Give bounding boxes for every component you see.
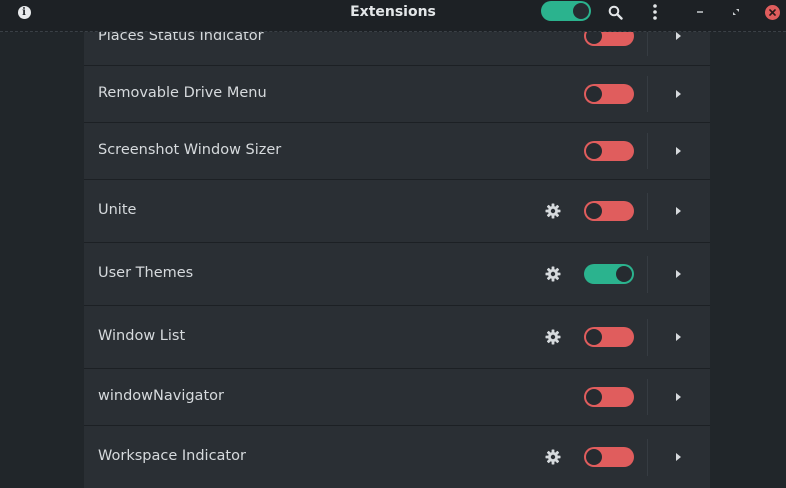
expand-arrow-icon[interactable] <box>674 206 682 216</box>
info-icon: i <box>17 5 31 19</box>
expand-arrow-icon[interactable] <box>674 392 682 402</box>
toggle-knob <box>586 329 602 345</box>
window-title: Extensions <box>350 4 436 20</box>
extension-toggle[interactable] <box>584 84 634 104</box>
expand-arrow-icon[interactable] <box>674 269 682 279</box>
row-divider <box>647 133 648 169</box>
extension-row-unite[interactable]: Unite <box>84 180 710 243</box>
toggle-knob <box>586 449 602 465</box>
minimize-button[interactable] <box>690 0 710 24</box>
expand-arrow-icon[interactable] <box>674 332 682 342</box>
toggle-knob <box>586 389 602 405</box>
row-divider <box>647 319 648 356</box>
expand-arrow-icon[interactable] <box>674 31 682 41</box>
extension-row-removable-drive-menu[interactable]: Removable Drive Menu <box>84 66 710 123</box>
settings-gear-icon[interactable] <box>545 329 561 345</box>
global-extensions-toggle[interactable] <box>541 1 591 21</box>
extension-name: Workspace Indicator <box>98 448 246 464</box>
row-divider <box>647 193 648 230</box>
settings-gear-icon[interactable] <box>545 449 561 465</box>
search-button[interactable] <box>603 0 627 24</box>
extension-row-window-list[interactable]: Window List <box>84 306 710 369</box>
header-bar: i Extensions <box>0 0 786 32</box>
close-icon <box>764 4 780 20</box>
expand-arrow-icon[interactable] <box>674 452 682 462</box>
expand-arrow-icon[interactable] <box>674 89 682 99</box>
row-divider <box>647 256 648 293</box>
extension-name: Screenshot Window Sizer <box>98 142 282 158</box>
extension-row-workspace-indicator[interactable]: Workspace Indicator <box>84 426 710 488</box>
extension-toggle[interactable] <box>584 387 634 407</box>
info-button[interactable]: i <box>14 0 34 24</box>
extension-toggle[interactable] <box>584 264 634 284</box>
extension-row-window-navigator[interactable]: windowNavigator <box>84 369 710 426</box>
extension-name: Unite <box>98 202 137 218</box>
row-divider <box>647 76 648 112</box>
maximize-icon <box>733 9 739 15</box>
row-divider <box>647 379 648 415</box>
toggle-knob <box>616 266 632 282</box>
kebab-menu-icon <box>653 4 657 20</box>
close-button[interactable] <box>761 0 783 24</box>
extension-name: Removable Drive Menu <box>98 85 267 101</box>
toggle-knob <box>586 203 602 219</box>
toggle-knob <box>573 3 589 19</box>
extension-row-user-themes[interactable]: User Themes <box>84 243 710 306</box>
toggle-knob <box>586 86 602 102</box>
menu-button[interactable] <box>645 0 665 24</box>
search-icon <box>608 5 623 20</box>
extension-name: windowNavigator <box>98 388 224 404</box>
maximize-button[interactable] <box>726 0 746 24</box>
extension-toggle[interactable] <box>584 201 634 221</box>
row-divider <box>647 439 648 476</box>
toggle-knob <box>586 143 602 159</box>
extension-name: Window List <box>98 328 186 344</box>
extension-list: Places Status Indicator Removable Drive … <box>84 0 710 488</box>
extension-toggle[interactable] <box>584 327 634 347</box>
extension-toggle[interactable] <box>584 447 634 467</box>
settings-gear-icon[interactable] <box>545 203 561 219</box>
extension-name: User Themes <box>98 265 194 281</box>
settings-gear-icon[interactable] <box>545 266 561 282</box>
extension-toggle[interactable] <box>584 141 634 161</box>
minimize-icon <box>697 11 703 13</box>
expand-arrow-icon[interactable] <box>674 146 682 156</box>
extension-row-screenshot-window-sizer[interactable]: Screenshot Window Sizer <box>84 123 710 180</box>
